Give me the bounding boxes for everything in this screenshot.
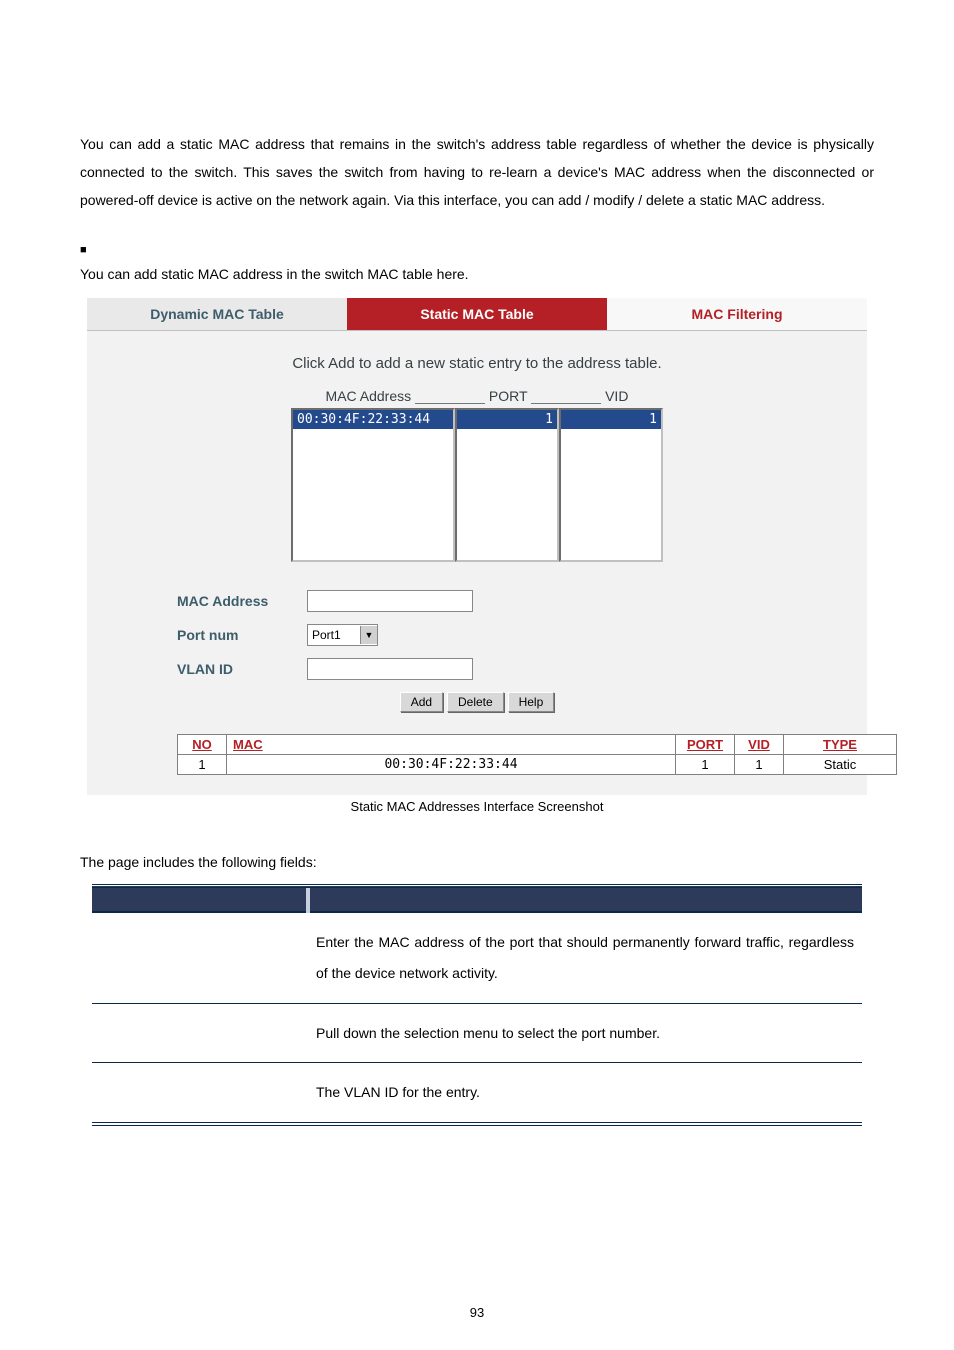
bullet: ■: [80, 244, 874, 256]
tab-dynamic[interactable]: Dynamic MAC Table: [87, 298, 347, 331]
head-port: PORT: [489, 388, 527, 404]
th-type[interactable]: TYPE: [784, 735, 897, 755]
mac-listbox[interactable]: 00:30:4F:22:33:44: [291, 408, 455, 562]
port-select[interactable]: Port1 ▼: [307, 624, 378, 646]
fields-table: Enter the MAC address of the port that s…: [92, 884, 862, 1126]
port-list-item[interactable]: 1: [457, 410, 557, 429]
vlan-input[interactable]: [307, 658, 473, 680]
head-vid: VID: [605, 388, 628, 404]
field-desc-mac: Enter the MAC address of the port that s…: [308, 912, 862, 1003]
intro2: You can add static MAC address in the sw…: [80, 260, 874, 288]
panel-instruction: Click Add to add a new static entry to t…: [177, 355, 777, 372]
page-number: 93: [0, 1305, 954, 1320]
fields-intro: The page includes the following fields:: [80, 854, 874, 870]
add-button[interactable]: Add: [400, 692, 443, 712]
tab-filter[interactable]: MAC Filtering: [607, 298, 867, 331]
th-no[interactable]: NO: [178, 735, 227, 755]
screenshot-caption: Static MAC Addresses Interface Screensho…: [80, 799, 874, 814]
vid-list-item[interactable]: 1: [561, 410, 661, 429]
field-row-port: Pull down the selection menu to select t…: [92, 1003, 862, 1063]
th-mac[interactable]: MAC: [227, 735, 676, 755]
mac-label: MAC Address: [177, 593, 307, 609]
mac-input[interactable]: [307, 590, 473, 612]
column-headers: MAC Address PORT VID: [177, 388, 777, 404]
cell-port: 1: [676, 755, 735, 775]
help-button[interactable]: Help: [508, 692, 555, 712]
field-desc-port: Pull down the selection menu to select t…: [308, 1003, 862, 1063]
cell-mac: 00:30:4F:22:33:44: [227, 755, 676, 775]
table-row: 1 00:30:4F:22:33:44 1 1 Static: [178, 755, 897, 775]
port-select-value: Port1: [308, 628, 360, 642]
tab-static[interactable]: Static MAC Table: [347, 298, 607, 331]
cell-vid: 1: [735, 755, 784, 775]
cell-type: Static: [784, 755, 897, 775]
listbox-row: 00:30:4F:22:33:44 1 1: [177, 408, 777, 562]
field-desc-vlan: The VLAN ID for the entry.: [308, 1063, 862, 1124]
field-row-vlan: The VLAN ID for the entry.: [92, 1063, 862, 1124]
head-mac: MAC Address: [326, 388, 412, 404]
result-table: NO MAC PORT VID TYPE 1 00:30:4F:22:33:44…: [177, 734, 897, 775]
vlan-label: VLAN ID: [177, 661, 307, 677]
tab-bar: Dynamic MAC Table Static MAC Table MAC F…: [87, 298, 867, 331]
mac-list-item[interactable]: 00:30:4F:22:33:44: [293, 410, 453, 429]
chevron-down-icon: ▼: [360, 626, 377, 644]
fields-header-row: [92, 886, 862, 912]
screenshot: Dynamic MAC Table Static MAC Table MAC F…: [87, 298, 867, 795]
port-listbox[interactable]: 1: [455, 408, 559, 562]
port-label: Port num: [177, 627, 307, 643]
intro-paragraph: You can add a static MAC address that re…: [80, 130, 874, 214]
th-vid[interactable]: VID: [735, 735, 784, 755]
field-row-mac: Enter the MAC address of the port that s…: [92, 912, 862, 1003]
delete-button[interactable]: Delete: [447, 692, 504, 712]
th-port[interactable]: PORT: [676, 735, 735, 755]
vid-listbox[interactable]: 1: [559, 408, 663, 562]
cell-no: 1: [178, 755, 227, 775]
